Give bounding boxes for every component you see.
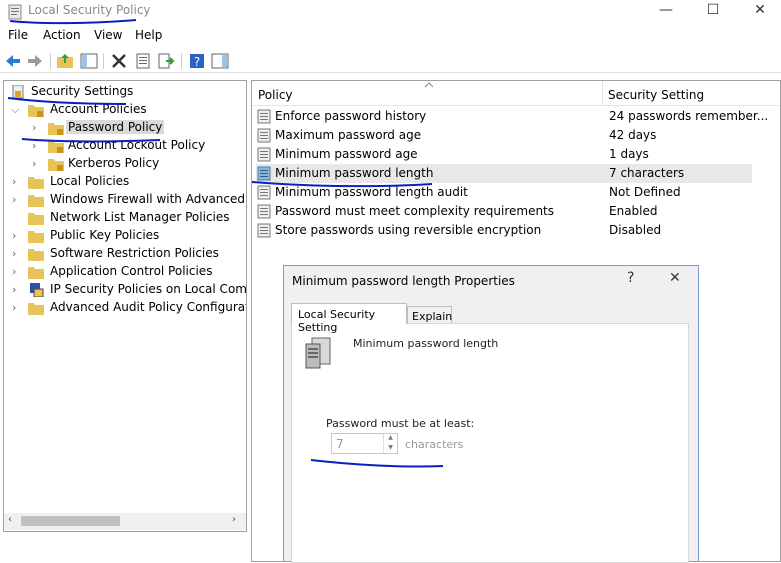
menu-file[interactable]: File [8,28,28,42]
delete-icon[interactable] [110,52,128,70]
tree-item-kerberos-policy[interactable]: › Kerberos Policy [8,155,238,173]
menu-help[interactable]: Help [135,28,162,42]
scrollbar-thumb[interactable] [21,516,120,526]
policy-row[interactable]: Minimum password length audit Not Define… [256,183,752,202]
tab-panel: Minimum password length Password must be… [291,323,689,563]
tree-item-local-policies[interactable]: › Local Policies [8,173,238,191]
minimize-button[interactable]: — [643,0,689,22]
policy-row-selected[interactable]: Minimum password length 7 characters [256,164,752,183]
folder-icon [28,213,44,225]
tab-explain[interactable]: Explain [407,306,452,324]
folder-icon [28,231,44,243]
action-pane-icon[interactable] [211,52,229,70]
policy-row[interactable]: Store passwords using reversible encrypt… [256,221,752,240]
tree-item-ip-security[interactable]: › IP Security Policies on Local Compute [8,281,246,299]
tree-item-advanced-audit[interactable]: › Advanced Audit Policy Configuration [8,299,246,317]
folder-lock-icon [28,105,44,117]
security-policy-icon [8,4,22,20]
password-length-value[interactable]: 7 [336,437,344,451]
show-hide-tree-icon[interactable] [80,52,98,70]
close-button[interactable]: ✕ [737,0,781,22]
folder-icon [28,303,44,315]
dialog-heading: Minimum password length [353,337,499,350]
folder-icon [28,267,44,279]
folder-icon [28,195,44,207]
chevron-right-icon[interactable]: › [32,119,42,137]
ip-security-icon [30,283,44,297]
policy-icon [257,166,271,181]
svg-text:?: ? [194,55,200,69]
tree-horizontal-scrollbar[interactable]: ‹ › [4,513,246,530]
tree-item-network-list-manager[interactable]: Network List Manager Policies [8,209,238,227]
dialog-title: Minimum password length Properties [292,274,515,288]
policy-row[interactable]: Maximum password age 42 days [256,126,752,145]
scroll-right-icon[interactable]: › [232,514,236,525]
tree-item-application-control[interactable]: › Application Control Policies [8,263,238,281]
forward-icon[interactable] [26,52,44,70]
menu-bar: File Action View Help [0,26,781,46]
chevron-right-icon[interactable]: › [32,137,42,155]
password-length-prompt: Password must be at least: [326,417,475,430]
policy-row[interactable]: Minimum password age 1 days [256,145,752,164]
folder-icon [28,177,44,189]
folder-lock-icon [48,123,64,135]
title-bar: Local Security Policy — ☐ ✕ [0,0,781,24]
tree-item-windows-firewall[interactable]: › Windows Firewall with Advanced Secu [8,191,246,209]
chevron-right-icon[interactable]: › [12,299,22,317]
password-length-stepper[interactable]: 7 ▲ ▼ [331,433,398,454]
properties-dialog: Minimum password length Properties ? ✕ L… [283,265,699,563]
policy-icon [257,147,271,162]
chevron-right-icon[interactable]: › [12,281,22,299]
folder-icon [28,249,44,261]
policy-icon [257,128,271,143]
policy-icon [257,223,271,238]
tree-item-public-key-policies[interactable]: › Public Key Policies [8,227,238,245]
tree-pane: Security Settings ⌵ Account Policies › P… [3,80,247,532]
scroll-left-icon[interactable]: ‹ [8,514,12,525]
tree-item-software-restriction[interactable]: › Software Restriction Policies [8,245,238,263]
menu-action[interactable]: Action [43,28,81,42]
chevron-right-icon[interactable]: › [32,155,42,173]
sort-ascending-icon [424,82,434,88]
chevron-right-icon[interactable]: › [12,191,22,209]
toolbar: ? [0,49,781,73]
tree-root-security-settings[interactable]: Security Settings [8,83,238,101]
help-icon[interactable]: ? [188,52,206,70]
chevron-right-icon[interactable]: › [12,263,22,281]
up-folder-icon[interactable] [56,52,74,70]
chevron-down-icon[interactable]: ⌵ [11,101,21,119]
password-length-unit: characters [405,438,464,451]
tree-item-account-lockout-policy[interactable]: › Account Lockout Policy [8,137,238,155]
tab-local-security-setting[interactable]: Local Security Setting [291,303,407,334]
tree-item-password-policy[interactable]: › Password Policy [8,119,238,137]
dialog-help-button[interactable]: ? [627,270,634,286]
properties-icon[interactable] [134,52,152,70]
dialog-close-button[interactable]: ✕ [669,270,681,286]
tree-item-account-policies[interactable]: ⌵ Account Policies [8,101,238,119]
stepper-down-icon[interactable]: ▼ [383,444,397,453]
back-icon[interactable] [4,52,22,70]
chevron-right-icon[interactable]: › [12,173,22,191]
chevron-right-icon[interactable]: › [12,245,22,263]
folder-lock-icon [48,141,64,153]
server-icon [305,337,331,369]
menu-view[interactable]: View [94,28,122,42]
list-header: Policy Security Setting [252,81,780,106]
column-header-security-setting[interactable]: Security Setting [608,88,704,102]
policy-icon [257,185,271,200]
policy-row[interactable]: Password must meet complexity requiremen… [256,202,752,221]
folder-lock-icon [48,159,64,171]
policy-icon [257,109,271,124]
stepper-up-icon[interactable]: ▲ [383,434,397,443]
column-header-policy[interactable]: Policy [258,88,293,102]
maximize-button[interactable]: ☐ [690,0,736,22]
policy-icon [257,204,271,219]
chevron-right-icon[interactable]: › [12,227,22,245]
export-list-icon[interactable] [157,52,175,70]
window-title: Local Security Policy [28,3,151,17]
policy-row[interactable]: Enforce password history 24 passwords re… [256,107,768,126]
security-settings-icon [12,85,24,99]
